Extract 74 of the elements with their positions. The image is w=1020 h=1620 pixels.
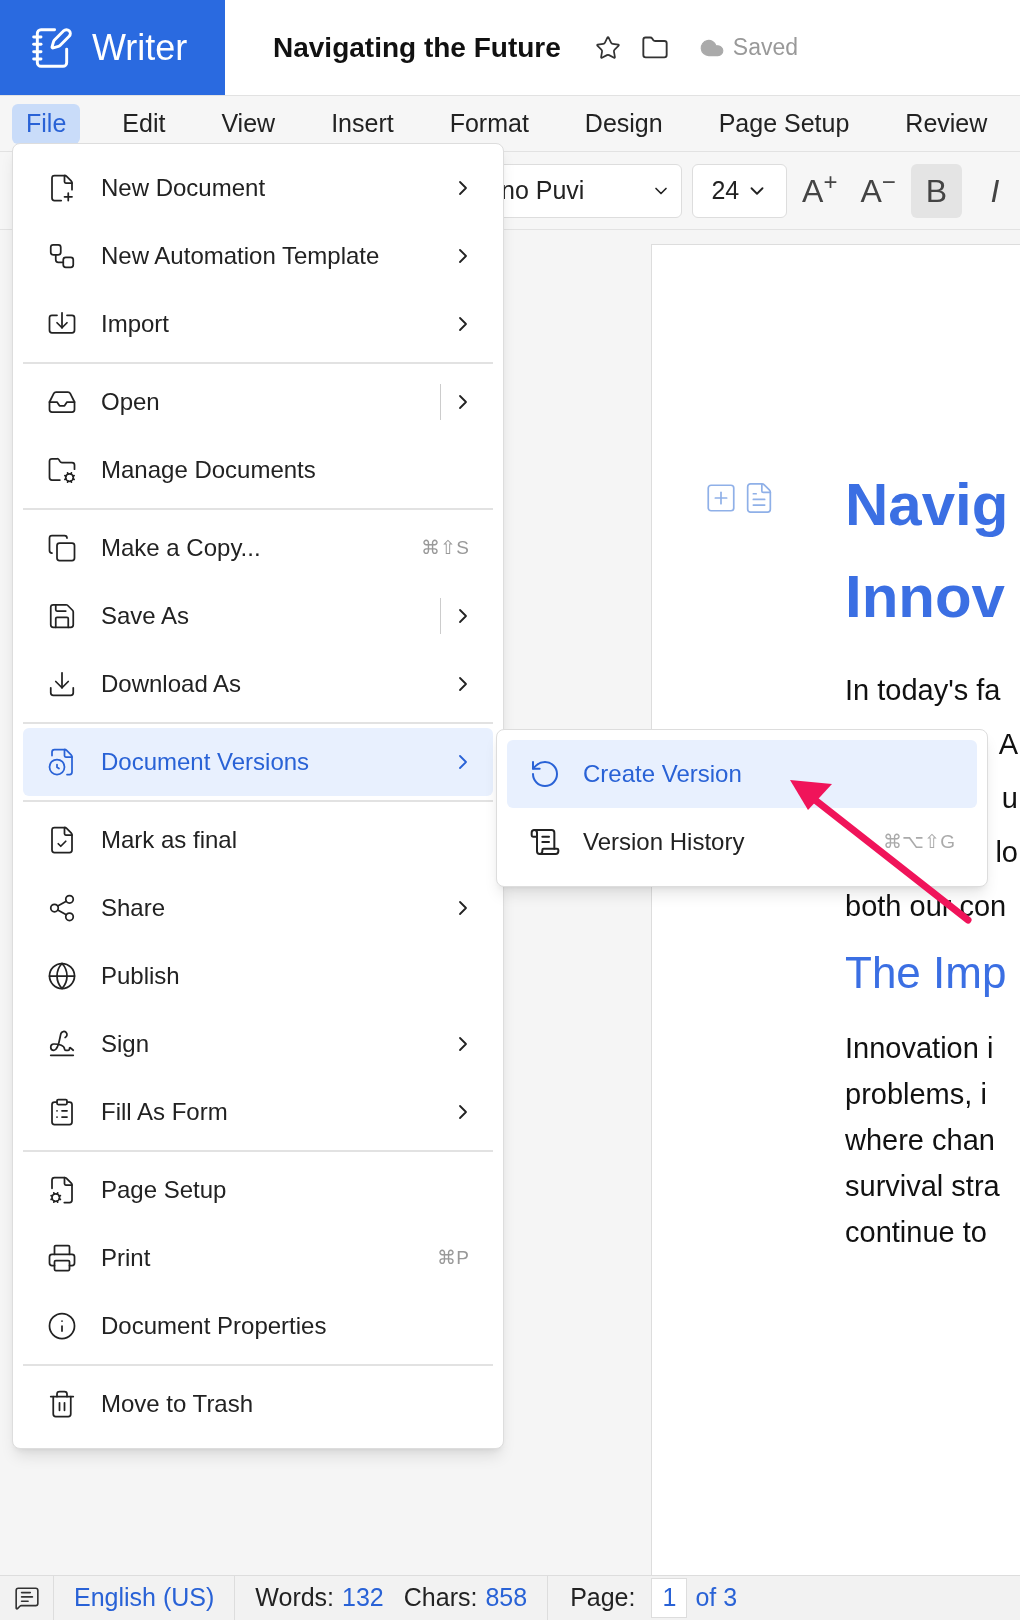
page-number-field[interactable]: 1 bbox=[651, 1578, 688, 1618]
paragraph-line: lo bbox=[995, 835, 1018, 870]
menu-item[interactable]: Fill As Form bbox=[23, 1078, 493, 1146]
menu-item[interactable]: Mark as final bbox=[23, 806, 493, 874]
paragraph-line: A bbox=[998, 727, 1018, 762]
document-title: Navigating the Future bbox=[273, 30, 561, 65]
paragraph-line: continue to bbox=[845, 1215, 988, 1250]
format-button[interactable]: A$^{−}$ bbox=[852, 163, 904, 218]
menu-tab[interactable]: Design bbox=[570, 103, 677, 144]
workflow-icon bbox=[47, 241, 77, 271]
menu-tab[interactable]: Page Setup bbox=[704, 103, 864, 144]
paragraph-line: problems, i bbox=[845, 1077, 988, 1112]
menu-tab[interactable]: Format bbox=[435, 103, 543, 144]
menu-tab[interactable]: Edit bbox=[108, 103, 180, 144]
copy-icon bbox=[47, 533, 77, 563]
shortcut-text: ⌘P bbox=[437, 1245, 469, 1270]
menu-item[interactable]: Open bbox=[23, 368, 493, 436]
info-icon bbox=[47, 1311, 77, 1341]
page-total: of 3 bbox=[695, 1582, 738, 1614]
menu-item[interactable]: Download As bbox=[23, 650, 493, 718]
notebook-pen-icon bbox=[30, 25, 74, 70]
menu-tab[interactable]: View bbox=[207, 103, 290, 144]
printer-icon bbox=[47, 1243, 77, 1273]
share-icon bbox=[47, 893, 77, 923]
app-logo-bar[interactable]: Writer bbox=[0, 0, 225, 95]
download-icon bbox=[47, 669, 77, 699]
page-label: Page: bbox=[570, 1582, 636, 1614]
paragraph-line: where chan bbox=[845, 1123, 996, 1158]
paragraph-line: u bbox=[1001, 781, 1018, 816]
menu-item[interactable]: Make a Copy... ⌘⇧S bbox=[23, 514, 493, 582]
menu-item[interactable]: Print ⌘P bbox=[23, 1224, 493, 1292]
document-subheading: The Imp bbox=[845, 947, 1008, 999]
menu-item[interactable]: Move to Trash bbox=[23, 1370, 493, 1438]
menu-item[interactable]: Import bbox=[23, 290, 493, 358]
word-count: 132 bbox=[342, 1582, 384, 1614]
shortcut-text: ⌘⌥⇧G bbox=[883, 829, 955, 854]
folder-gear-icon bbox=[47, 455, 77, 485]
menu-item[interactable]: Share bbox=[23, 874, 493, 942]
menu-item[interactable]: Document Properties bbox=[23, 1292, 493, 1360]
circular-arrow-icon bbox=[529, 758, 561, 790]
format-button[interactable]: I bbox=[969, 163, 1020, 218]
menu-tab[interactable]: Insert bbox=[317, 103, 408, 144]
globe-icon bbox=[47, 961, 77, 991]
paragraph-line: In today's fa bbox=[845, 673, 1001, 708]
paragraph-line: Innovation i bbox=[845, 1031, 995, 1066]
signature-icon bbox=[47, 1029, 77, 1059]
menu-item[interactable]: Sign bbox=[23, 1010, 493, 1078]
scroll-icon bbox=[529, 826, 561, 858]
document-heading: Navig bbox=[845, 470, 1010, 540]
font-size-dropdown[interactable]: 24 bbox=[692, 163, 787, 218]
submenu-item[interactable]: Create Version bbox=[507, 740, 977, 808]
star-icon[interactable] bbox=[594, 34, 621, 61]
save-status: Saved bbox=[732, 33, 798, 63]
char-count: 858 bbox=[485, 1582, 528, 1614]
menu-item[interactable]: Document Versions bbox=[23, 728, 493, 796]
paragraph-line: survival stra bbox=[845, 1169, 1001, 1204]
language-link[interactable]: English (US) bbox=[54, 1576, 236, 1620]
format-button[interactable]: B bbox=[911, 163, 962, 218]
document-heading: Innov bbox=[845, 562, 1006, 632]
menu-item[interactable]: New Document bbox=[23, 154, 493, 222]
menu-item[interactable]: Page Setup bbox=[23, 1156, 493, 1224]
chars-label: Chars: bbox=[403, 1582, 478, 1614]
menu-item[interactable]: Manage Documents bbox=[23, 436, 493, 504]
trash-icon bbox=[47, 1389, 77, 1419]
submenu-item[interactable]: Version History ⌘⌥⇧G bbox=[507, 808, 977, 876]
shortcut-text: ⌘⇧S bbox=[421, 535, 469, 560]
menu-item[interactable]: New Automation Template bbox=[23, 222, 493, 290]
menu-item[interactable]: Publish bbox=[23, 942, 493, 1010]
menu-item[interactable]: Save As bbox=[23, 582, 493, 650]
comment-icon[interactable] bbox=[13, 1585, 40, 1611]
menu-tab[interactable]: Review bbox=[891, 103, 1002, 144]
words-label: Words: bbox=[255, 1582, 335, 1614]
format-button[interactable]: A$^{+}$ bbox=[794, 163, 845, 218]
menu-tab[interactable]: File bbox=[12, 103, 81, 144]
